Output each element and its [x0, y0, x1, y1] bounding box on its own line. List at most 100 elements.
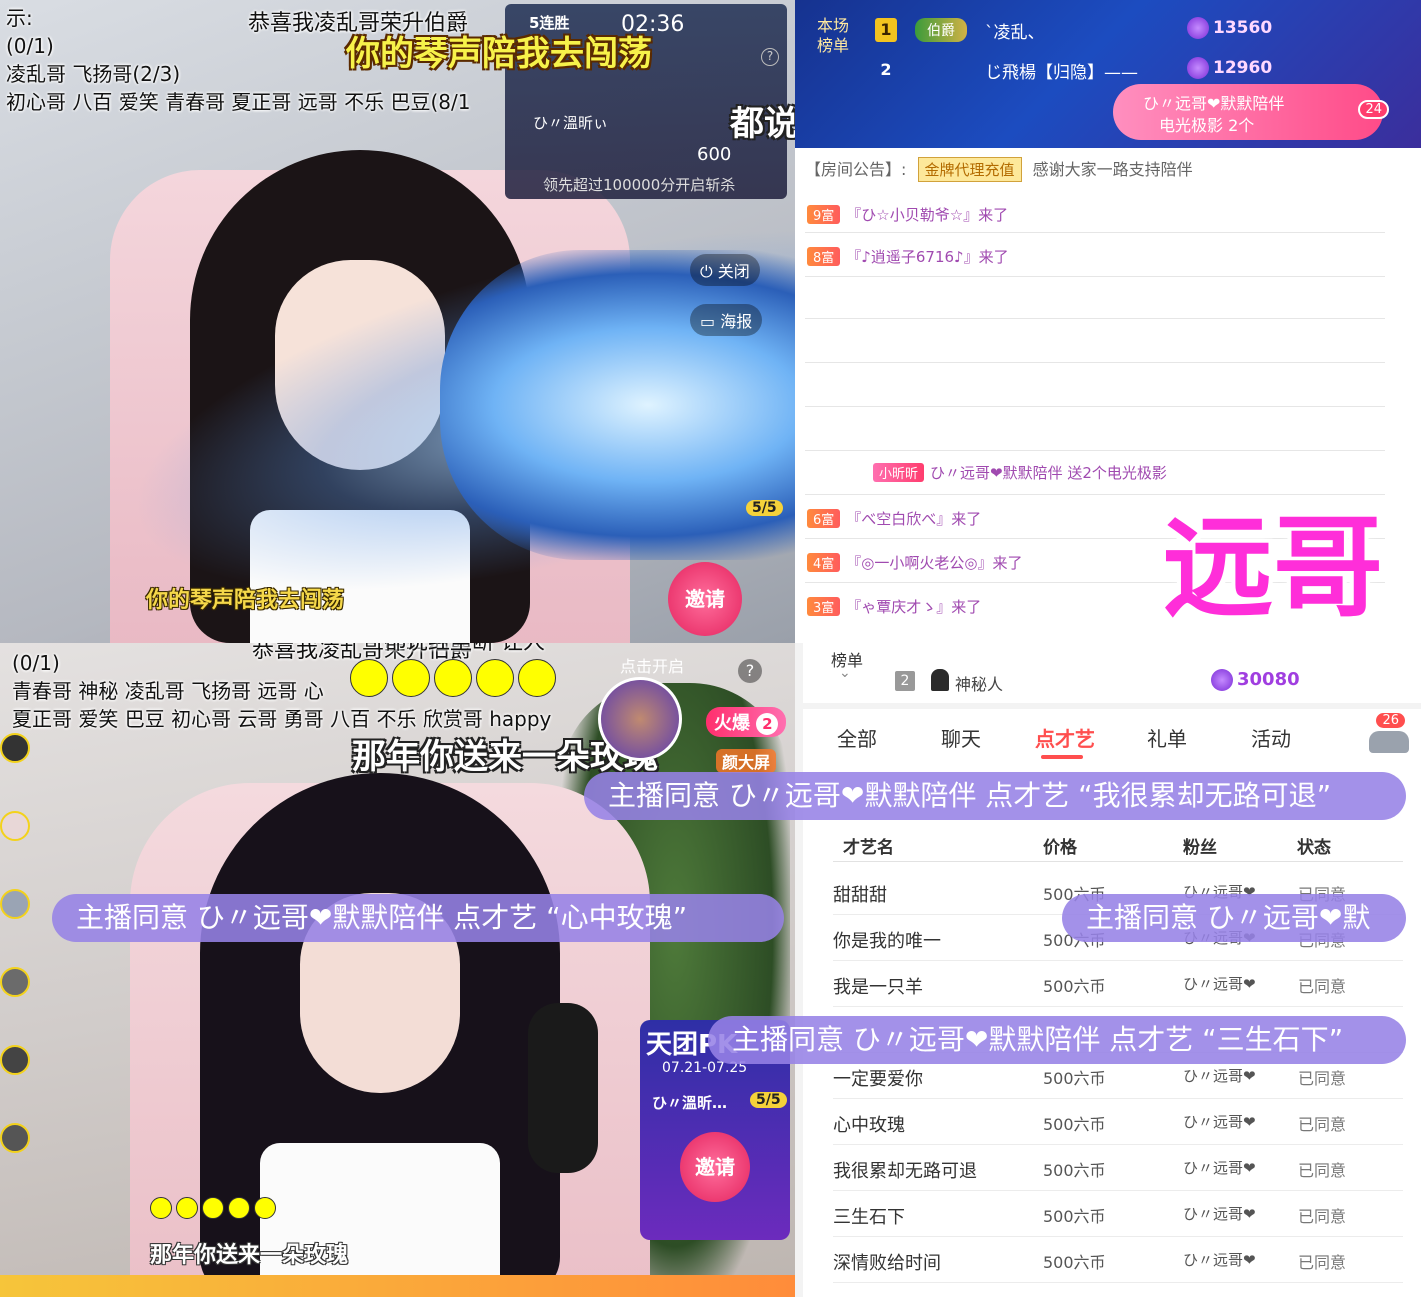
chat-line: 青春哥 神秘 凌乱哥 飞扬哥 远哥 心: [12, 679, 324, 703]
help-icon[interactable]: ?: [738, 659, 762, 683]
lyric-top: 都说红尘断 让人: [384, 643, 545, 657]
lyric-line-2: 都说红尘 让人断肠: [730, 104, 795, 144]
bottom-toolbar: [0, 1275, 795, 1297]
big-screen-label[interactable]: 颜大屏: [716, 749, 777, 773]
tab-activity[interactable]: 活动: [1251, 723, 1291, 752]
lyric-line: 你的琴声陪我去闯荡: [346, 34, 652, 74]
noble-badge: 伯爵: [915, 18, 967, 42]
notice-text: 感谢大家一路支持陪伴: [1032, 160, 1193, 179]
car-icon[interactable]: [1369, 731, 1409, 753]
table-row[interactable]: 心中玫瑰 500六币 ひ〃远哥❤ 已同意: [833, 1099, 1403, 1145]
dot: [202, 1197, 224, 1219]
progress-dots: [350, 659, 556, 697]
mystery-user-icon: [931, 669, 949, 691]
viewer-avatar[interactable]: [0, 733, 30, 763]
table-row[interactable]: 我很累却无路可退 500六币 ひ〃远哥❤ 已同意: [833, 1145, 1403, 1191]
top-right-room-panel: 本场 榜单 1 伯爵 `凌乱、 13560 2 じ飛楊【归隐】—— 12960 …: [795, 0, 1421, 643]
chat-line: 初心哥 八百 爱笑 青春哥 夏正哥 远哥 不乐 巴豆(8/1: [6, 90, 471, 114]
subtitle-lyric: 那年你送来一朵玫瑰: [150, 1243, 349, 1268]
dot: [350, 659, 388, 697]
dot: [476, 659, 514, 697]
chat-line: 示:: [6, 6, 33, 30]
table-row[interactable]: 深情败给时间 500六币 ひ〃远哥❤ 已同意: [833, 1237, 1403, 1283]
viewer-avatar[interactable]: [0, 1123, 30, 1153]
header-divider: [833, 861, 1403, 862]
tab-all[interactable]: 全部: [837, 723, 877, 752]
room-notice: 【房间公告】: 金牌代理充值 感谢大家一路支持陪伴: [805, 156, 1405, 186]
rank-card: 榜单 ⌄ 2 神秘人 30080: [803, 643, 1421, 703]
bottom-left-live-video: 恭喜我凌乱哥荣升伯爵 (0/1) 青春哥 神秘 凌乱哥 飞扬哥 远哥 心 夏正哥…: [0, 643, 795, 1297]
click-open-label[interactable]: 点击开启: [620, 653, 684, 681]
screenshot-collage: 示: (0/1) 凌乱哥 飞扬哥(2/3) 初心哥 八百 爱笑 青春哥 夏正哥 …: [0, 0, 1421, 1297]
rank-number: 2: [880, 60, 892, 79]
enter-message: 3富 『ゃ覃庆才ゝ』来了: [807, 596, 981, 617]
viewer-avatar[interactable]: [0, 1045, 30, 1075]
tab-chat[interactable]: 聊天: [941, 723, 981, 752]
close-button[interactable]: ⏻ 关闭: [690, 254, 760, 286]
gift-count-badge: 24: [1358, 100, 1389, 119]
bottom-right-request-panel: 榜单 ⌄ 2 神秘人 30080 全部 聊天 点才艺 礼单 活动 26 才艺名 …: [795, 643, 1421, 1297]
tab-bar: 全部 聊天 点才艺 礼单 活动 26: [803, 709, 1421, 763]
dot: [434, 659, 472, 697]
tab-request-talent[interactable]: 点才艺: [1035, 723, 1095, 752]
viewer-avatar[interactable]: [0, 967, 30, 997]
enter-message: 4富 『◎一小啊火老公◎』来了: [807, 552, 1022, 573]
table-row[interactable]: 三生石下 500六币 ひ〃远哥❤ 已同意: [833, 1191, 1403, 1237]
viewer-avatar[interactable]: [0, 889, 30, 919]
microphone: [528, 1003, 598, 1173]
enter-message: 6富 『べ空白欣べ』来了: [807, 508, 981, 529]
streamer-dress: [260, 1143, 500, 1297]
rank-row[interactable]: 2 じ飛楊【归隐】—— 12960: [867, 56, 1367, 86]
rank-label[interactable]: 本场 榜单: [817, 16, 849, 56]
invite-button[interactable]: 邀请: [668, 562, 742, 636]
gift-name: 电光极影 2个: [1159, 116, 1255, 135]
column-header: 才艺名: [843, 838, 894, 858]
divider: [805, 406, 1385, 407]
gift-effect-spaceship: [440, 250, 795, 560]
poster-button[interactable]: ▭ 海报: [690, 304, 763, 336]
column-header: 粉丝: [1183, 838, 1217, 858]
rank-coins: 30080: [1211, 669, 1300, 691]
coin-icon: [1211, 669, 1233, 691]
notice-label: 【房间公告】:: [805, 160, 907, 179]
rank-user-name: 神秘人: [955, 675, 1004, 694]
request-accepted-toast: 主播同意 ひ〃远哥❤默默陪伴 点才艺 “三生石下”: [708, 1016, 1406, 1064]
active-tab-indicator: [1041, 755, 1083, 759]
anchor-avatar[interactable]: [598, 677, 682, 761]
divider: [805, 318, 1385, 319]
pk-score: 600: [697, 144, 732, 165]
rank-coins: 12960: [1187, 57, 1272, 79]
gift-banner: ひ〃远哥❤默默陪伴 电光极影 2个 24: [1113, 84, 1389, 140]
rank-row[interactable]: 1 伯爵 `凌乱、 13560: [867, 16, 1367, 46]
top-left-live-video: 示: (0/1) 凌乱哥 飞扬哥(2/3) 初心哥 八百 爱笑 青春哥 夏正哥 …: [0, 0, 795, 643]
notice-tag[interactable]: 金牌代理充值: [917, 157, 1022, 182]
gift-message: 小昕昕 ひ〃远哥❤默默陪伴 送2个电光极影: [873, 462, 1167, 483]
rank-number: 2: [895, 671, 915, 691]
table-row[interactable]: 我是一只羊 500六币 ひ〃远哥❤ 已同意: [833, 961, 1403, 1007]
chevron-down-icon[interactable]: ⌄: [839, 665, 851, 681]
dot: [254, 1197, 276, 1219]
dot: [150, 1197, 172, 1219]
big-name-overlay: 远哥: [1163, 504, 1383, 632]
pk-note: 领先超过100000分开启斩杀: [543, 176, 736, 194]
hot-badge[interactable]: 火爆 2: [706, 707, 787, 737]
dot: [392, 659, 430, 697]
dot: [176, 1197, 198, 1219]
enter-message: 8富 『♪逍遥子6716♪』来了: [807, 246, 1009, 267]
dot: [518, 659, 556, 697]
tuan-user: ひ〃溫昕…: [652, 1094, 728, 1112]
hot-count: 2: [756, 713, 779, 735]
power-icon: ⏻: [700, 262, 718, 281]
invite-button[interactable]: 邀请: [680, 1132, 750, 1202]
rank-header: 本场 榜单 1 伯爵 `凌乱、 13560 2 じ飛楊【归隐】—— 12960 …: [795, 0, 1421, 148]
request-accepted-toast: 主播同意 ひ〃远哥❤默默陪伴 点才艺 “我很累却无路可退”: [584, 772, 1406, 820]
column-header: 状态: [1297, 838, 1331, 858]
viewer-avatar[interactable]: [0, 811, 30, 841]
help-icon[interactable]: ?: [761, 48, 779, 66]
car-count-badge: 26: [1376, 713, 1405, 728]
tab-gift-list[interactable]: 礼单: [1147, 723, 1187, 752]
pk-user: ひ〃溫昕ぃ: [533, 114, 609, 132]
request-accepted-toast: 主播同意 ひ〃远哥❤默: [1062, 894, 1406, 942]
enter-message: 9富 『ひ☆小贝勒爷☆』来了: [807, 204, 1008, 225]
chat-line: 凌乱哥 飞扬哥(2/3): [6, 62, 181, 86]
